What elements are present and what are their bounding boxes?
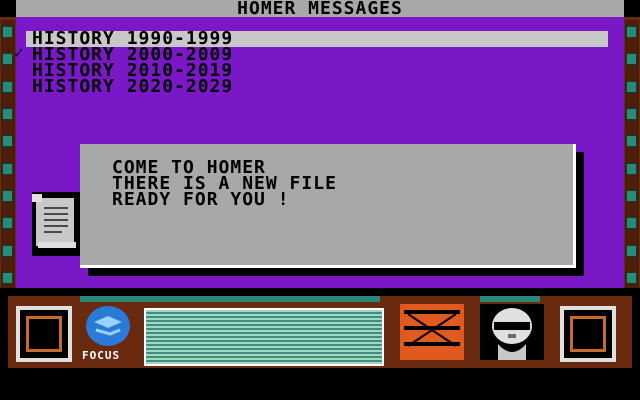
status-panel — [144, 308, 384, 366]
focus-icon — [86, 306, 130, 346]
gate-icon[interactable] — [400, 304, 464, 360]
frame-stud — [2, 107, 13, 120]
checkmark-icon: ✓ — [14, 43, 25, 62]
list-item-label: HISTORY 2020-2029 — [32, 76, 234, 97]
focus-button[interactable]: FOCUS — [80, 304, 144, 362]
toolbar-strip — [80, 296, 380, 302]
frame-stud — [626, 162, 637, 175]
frame-stud — [626, 271, 637, 284]
portrait-icon[interactable] — [480, 304, 544, 360]
right-frame-button[interactable] — [560, 306, 616, 362]
frame-stud — [626, 244, 637, 257]
frame-stud — [2, 162, 13, 175]
frame-stud — [626, 107, 637, 120]
focus-label: FOCUS — [82, 349, 121, 362]
toolbar-strip — [480, 296, 540, 302]
frame-stud — [2, 271, 13, 284]
frame-stud — [626, 135, 637, 148]
frame-stud — [626, 217, 637, 230]
window-title: HOMER MESSAGES — [16, 0, 624, 18]
game-screen: HOMER MESSAGES HISTORY 1990-1999 ✓ HISTO… — [0, 0, 640, 400]
frame-stud — [2, 189, 13, 202]
history-item-2020[interactable]: HISTORY 2020-2029 — [26, 76, 610, 97]
frame-stud — [2, 80, 13, 93]
frame-stud — [2, 135, 13, 148]
frame-stud — [626, 53, 637, 66]
frame-stud — [626, 189, 637, 202]
scroll-icon[interactable] — [32, 192, 80, 256]
frame-stud — [626, 26, 637, 38]
frame-stud — [2, 244, 13, 257]
frame-stud — [2, 217, 13, 230]
history-list: HISTORY 1990-1999 ✓ HISTORY 2000-2009 HI… — [14, 30, 610, 97]
frame-stud — [2, 53, 13, 66]
message-dialog[interactable]: COME TO HOMER THERE IS A NEW FILE READY … — [80, 144, 576, 268]
frame-stud — [626, 80, 637, 93]
left-frame-button[interactable] — [16, 306, 72, 362]
frame-stud — [2, 26, 13, 38]
right-frame-post — [625, 20, 639, 290]
left-frame-post — [1, 20, 15, 290]
message-line-3: READY FOR YOU ! — [112, 189, 290, 210]
